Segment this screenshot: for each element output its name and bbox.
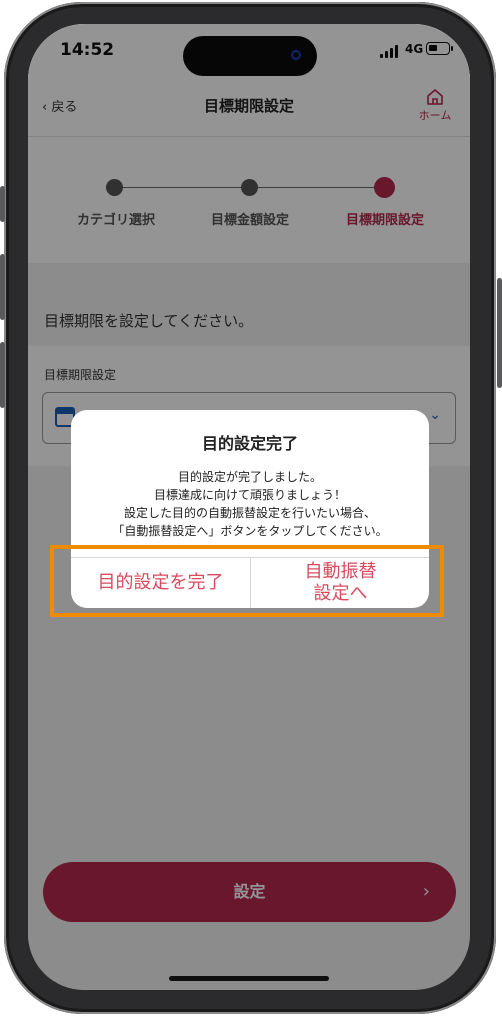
- power-button: [497, 278, 502, 388]
- volume-up-button: [0, 254, 5, 320]
- dialog-message-line: 目標達成に向けて頑張りましょう！: [153, 488, 346, 502]
- screen: 14:52 4G ‹ 戻る 目標期限設定 ホーム カテゴリ選択 目標金額設定 目…: [28, 24, 470, 990]
- dialog-message-line: 設定した目的の自動振替設定を行いたい場合、: [123, 506, 376, 520]
- volume-down-button: [0, 342, 5, 408]
- dialog-message-line: 「自動振替設定へ」ボタンをタップしてください。: [112, 524, 388, 538]
- dialog-message: 目的設定が完了しました。 目標達成に向けて頑張りましょう！ 設定した目的の自動振…: [71, 468, 429, 540]
- highlight-box: [50, 545, 444, 617]
- action-button: [0, 186, 5, 222]
- dialog-title: 目的設定完了: [201, 434, 298, 453]
- dialog-message-line: 目的設定が完了しました。: [177, 470, 322, 484]
